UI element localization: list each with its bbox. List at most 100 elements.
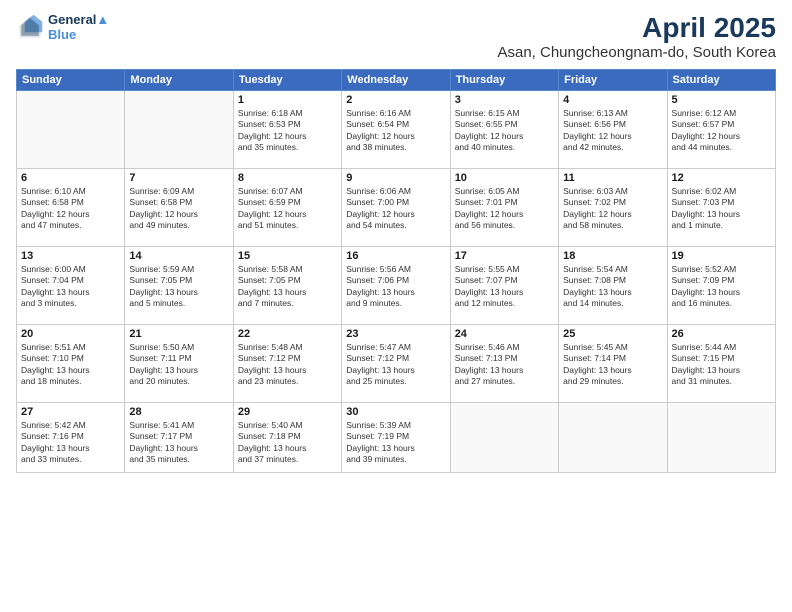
table-row: 27Sunrise: 5:42 AM Sunset: 7:16 PM Dayli…: [17, 403, 125, 473]
table-row: 8 Sunrise: 6:07 AM Sunset: 6:59 PM Daylig…: [233, 169, 341, 247]
header: General▲ Blue April 2025 Asan, Chungcheo…: [16, 12, 776, 61]
table-row: 18 Sunrise: 5:54 AM Sunset: 7:08 PM Dayli…: [559, 247, 667, 325]
day-number: 8: [238, 172, 337, 184]
table-row: 7Sunrise: 6:09 AM Sunset: 6:58 PM Daylig…: [125, 169, 233, 247]
table-row: 23 Sunrise: 5:47 AM Sunset: 7:12 PM Dayli…: [342, 325, 450, 403]
day-number: 12: [672, 172, 771, 184]
day-info: Sunrise: 5:44 AM Sunset: 7:15 PM Dayligh…: [672, 342, 771, 388]
table-row: 9 Sunrise: 6:06 AM Sunset: 7:00 PM Daylig…: [342, 169, 450, 247]
day-number: 1: [238, 94, 337, 106]
day-number: 10: [455, 172, 554, 184]
day-info: Sunrise: 6:18 AM Sunset: 6:53 PM Dayligh…: [238, 108, 337, 154]
table-row: 3 Sunrise: 6:15 AM Sunset: 6:55 PM Daylig…: [450, 91, 558, 169]
title-block: April 2025 Asan, Chungcheongnam-do, Sout…: [497, 12, 776, 61]
col-friday: Friday: [559, 70, 667, 91]
table-row: 26 Sunrise: 5:44 AM Sunset: 7:15 PM Dayli…: [667, 325, 775, 403]
day-number: 28: [129, 406, 228, 418]
logo: General▲ Blue: [16, 12, 109, 42]
col-tuesday: Tuesday: [233, 70, 341, 91]
logo-text: General▲ Blue: [48, 12, 109, 42]
month-year-title: April 2025: [497, 12, 776, 44]
day-info: Sunrise: 5:48 AM Sunset: 7:12 PM Dayligh…: [238, 342, 337, 388]
day-number: 30: [346, 406, 445, 418]
day-info: Sunrise: 5:54 AM Sunset: 7:08 PM Dayligh…: [563, 264, 662, 310]
day-info: Sunrise: 5:59 AM Sunset: 7:05 PM Dayligh…: [129, 264, 228, 310]
table-row: 17Sunrise: 5:55 AM Sunset: 7:07 PM Dayli…: [450, 247, 558, 325]
table-row: [450, 403, 558, 473]
day-info: Sunrise: 5:52 AM Sunset: 7:09 PM Dayligh…: [672, 264, 771, 310]
day-number: 22: [238, 328, 337, 340]
table-row: 22 Sunrise: 5:48 AM Sunset: 7:12 PM Dayli…: [233, 325, 341, 403]
day-info: Sunrise: 6:12 AM Sunset: 6:57 PM Dayligh…: [672, 108, 771, 154]
day-info: Sunrise: 5:58 AM Sunset: 7:05 PM Dayligh…: [238, 264, 337, 310]
day-number: 18: [563, 250, 662, 262]
day-info: Sunrise: 6:02 AM Sunset: 7:03 PM Dayligh…: [672, 186, 771, 232]
table-row: 20 Sunrise: 5:51 AM Sunset: 7:10 PM Dayli…: [17, 325, 125, 403]
table-row: 25 Sunrise: 5:45 AM Sunset: 7:14 PM Dayli…: [559, 325, 667, 403]
day-info: Sunrise: 6:07 AM Sunset: 6:59 PM Dayligh…: [238, 186, 337, 232]
day-number: 29: [238, 406, 337, 418]
table-row: [667, 403, 775, 473]
col-thursday: Thursday: [450, 70, 558, 91]
day-info: Sunrise: 6:13 AM Sunset: 6:56 PM Dayligh…: [563, 108, 662, 154]
day-number: 27: [21, 406, 120, 418]
day-info: Sunrise: 5:47 AM Sunset: 7:12 PM Dayligh…: [346, 342, 445, 388]
day-info: Sunrise: 5:50 AM Sunset: 7:11 PM Dayligh…: [129, 342, 228, 388]
day-number: 6: [21, 172, 120, 184]
day-info: Sunrise: 5:45 AM Sunset: 7:14 PM Dayligh…: [563, 342, 662, 388]
day-number: 3: [455, 94, 554, 106]
table-row: 13 Sunrise: 6:00 AM Sunset: 7:04 PM Dayli…: [17, 247, 125, 325]
day-number: 24: [455, 328, 554, 340]
day-number: 4: [563, 94, 662, 106]
table-row: 11 Sunrise: 6:03 AM Sunset: 7:02 PM Dayli…: [559, 169, 667, 247]
day-number: 2: [346, 94, 445, 106]
calendar: Sunday Monday Tuesday Wednesday Thursday…: [16, 69, 776, 473]
page: General▲ Blue April 2025 Asan, Chungcheo…: [0, 0, 792, 612]
day-info: Sunrise: 5:56 AM Sunset: 7:06 PM Dayligh…: [346, 264, 445, 310]
table-row: 6 Sunrise: 6:10 AM Sunset: 6:58 PM Daylig…: [17, 169, 125, 247]
day-info: Sunrise: 6:09 AM Sunset: 6:58 PM Dayligh…: [129, 186, 228, 232]
table-row: [17, 91, 125, 169]
day-info: Sunrise: 5:46 AM Sunset: 7:13 PM Dayligh…: [455, 342, 554, 388]
table-row: 10 Sunrise: 6:05 AM Sunset: 7:01 PM Dayli…: [450, 169, 558, 247]
col-saturday: Saturday: [667, 70, 775, 91]
day-number: 21: [129, 328, 228, 340]
day-info: Sunrise: 5:41 AM Sunset: 7:17 PM Dayligh…: [129, 420, 228, 466]
location-subtitle: Asan, Chungcheongnam-do, South Korea: [497, 44, 776, 61]
day-number: 20: [21, 328, 120, 340]
table-row: 30 Sunrise: 5:39 AM Sunset: 7:19 PM Dayli…: [342, 403, 450, 473]
table-row: 2 Sunrise: 6:16 AM Sunset: 6:54 PM Daylig…: [342, 91, 450, 169]
table-row: 12 Sunrise: 6:02 AM Sunset: 7:03 PM Dayli…: [667, 169, 775, 247]
day-info: Sunrise: 5:40 AM Sunset: 7:18 PM Dayligh…: [238, 420, 337, 466]
day-info: Sunrise: 6:16 AM Sunset: 6:54 PM Dayligh…: [346, 108, 445, 154]
day-number: 9: [346, 172, 445, 184]
day-number: 16: [346, 250, 445, 262]
table-row: 16 Sunrise: 5:56 AM Sunset: 7:06 PM Dayli…: [342, 247, 450, 325]
day-number: 14: [129, 250, 228, 262]
day-info: Sunrise: 6:03 AM Sunset: 7:02 PM Dayligh…: [563, 186, 662, 232]
day-info: Sunrise: 6:05 AM Sunset: 7:01 PM Dayligh…: [455, 186, 554, 232]
day-number: 19: [672, 250, 771, 262]
day-number: 23: [346, 328, 445, 340]
day-info: Sunrise: 6:00 AM Sunset: 7:04 PM Dayligh…: [21, 264, 120, 310]
header-row: Sunday Monday Tuesday Wednesday Thursday…: [17, 70, 776, 91]
table-row: 4 Sunrise: 6:13 AM Sunset: 6:56 PM Daylig…: [559, 91, 667, 169]
day-info: Sunrise: 6:10 AM Sunset: 6:58 PM Dayligh…: [21, 186, 120, 232]
table-row: 28 Sunrise: 5:41 AM Sunset: 7:17 PM Dayli…: [125, 403, 233, 473]
day-info: Sunrise: 5:51 AM Sunset: 7:10 PM Dayligh…: [21, 342, 120, 388]
table-row: 21 Sunrise: 5:50 AM Sunset: 7:11 PM Dayli…: [125, 325, 233, 403]
day-info: Sunrise: 6:06 AM Sunset: 7:00 PM Dayligh…: [346, 186, 445, 232]
day-info: Sunrise: 5:55 AM Sunset: 7:07 PM Dayligh…: [455, 264, 554, 310]
table-row: 29 Sunrise: 5:40 AM Sunset: 7:18 PM Dayli…: [233, 403, 341, 473]
day-number: 25: [563, 328, 662, 340]
day-info: Sunrise: 6:15 AM Sunset: 6:55 PM Dayligh…: [455, 108, 554, 154]
day-number: 26: [672, 328, 771, 340]
day-info: Sunrise: 5:39 AM Sunset: 7:19 PM Dayligh…: [346, 420, 445, 466]
day-number: 13: [21, 250, 120, 262]
table-row: [559, 403, 667, 473]
day-number: 5: [672, 94, 771, 106]
table-row: 24 Sunrise: 5:46 AM Sunset: 7:13 PM Dayli…: [450, 325, 558, 403]
day-number: 11: [563, 172, 662, 184]
col-sunday: Sunday: [17, 70, 125, 91]
day-number: 15: [238, 250, 337, 262]
